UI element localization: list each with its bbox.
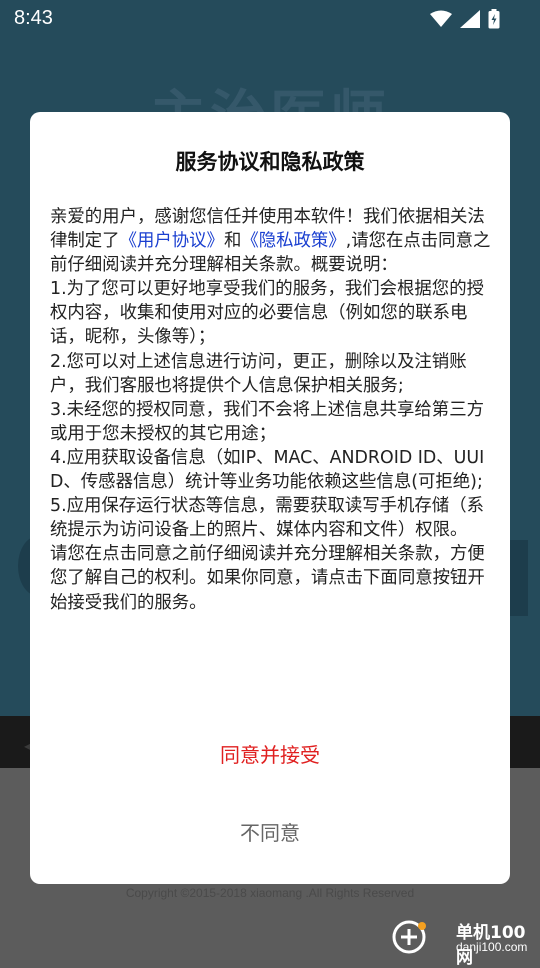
watermark: 单机100网 danji100.com	[392, 916, 538, 968]
privacy-policy-link[interactable]: 《隐私政策》	[241, 231, 345, 251]
watermark-logo-icon	[392, 920, 426, 954]
intro-paragraph: 亲爱的用户，感谢您信任并使用本软件！我们依据相关法律制定了《用户协议》和《隐私政…	[50, 205, 492, 277]
disagree-button[interactable]: 不同意	[30, 808, 510, 858]
watermark-url: danji100.com	[456, 940, 528, 954]
privacy-dialog: 服务协议和隐私政策 亲爱的用户，感谢您信任并使用本软件！我们依据相关法律制定了《…	[30, 112, 510, 884]
status-icons	[430, 9, 500, 33]
status-time: 8:43	[14, 7, 53, 29]
wifi-icon	[430, 10, 452, 32]
battery-icon	[488, 9, 500, 33]
closing-paragraph: 请您在点击同意之前仔细阅读并充分理解相关条款，方便您了解自己的权利。如果你同意，…	[50, 544, 485, 613]
dialog-body: 亲爱的用户，感谢您信任并使用本软件！我们依据相关法律制定了《用户协议》和《隐私政…	[50, 205, 492, 615]
summary-item-5: 5.应用保存运行状态等信息，需要获取读写手机存储（系统提示为访问设备上的照片、媒…	[50, 496, 484, 541]
agree-button[interactable]: 同意并接受	[30, 730, 510, 780]
signal-icon	[460, 10, 480, 32]
dialog-title: 服务协议和隐私政策	[175, 150, 365, 174]
intro-and-text: 和	[223, 231, 242, 252]
status-bar: 8:43	[0, 0, 540, 38]
summary-item-2: 2.您可以对上述信息进行访问，更正，删除以及注销账户，我们客服也将提供个人信息保…	[50, 351, 467, 396]
summary-item-4: 4.应用获取设备信息（如IP、MAC、ANDROID ID、UUID、传感器信息…	[50, 447, 485, 493]
background-copyright: Copyright ©2015-2018 xiaomang .All Right…	[125, 886, 415, 900]
user-agreement-link[interactable]: 《用户协议》	[120, 231, 224, 251]
summary-item-1: 1.为了您可以更好地享受我们的服务，我们会根据您的授权内容，收集和使用对应的必要…	[50, 279, 484, 348]
summary-item-3: 3.未经您的授权同意，我们不会将上述信息共享给第三方或用于您未授权的其它用途；	[50, 399, 484, 444]
